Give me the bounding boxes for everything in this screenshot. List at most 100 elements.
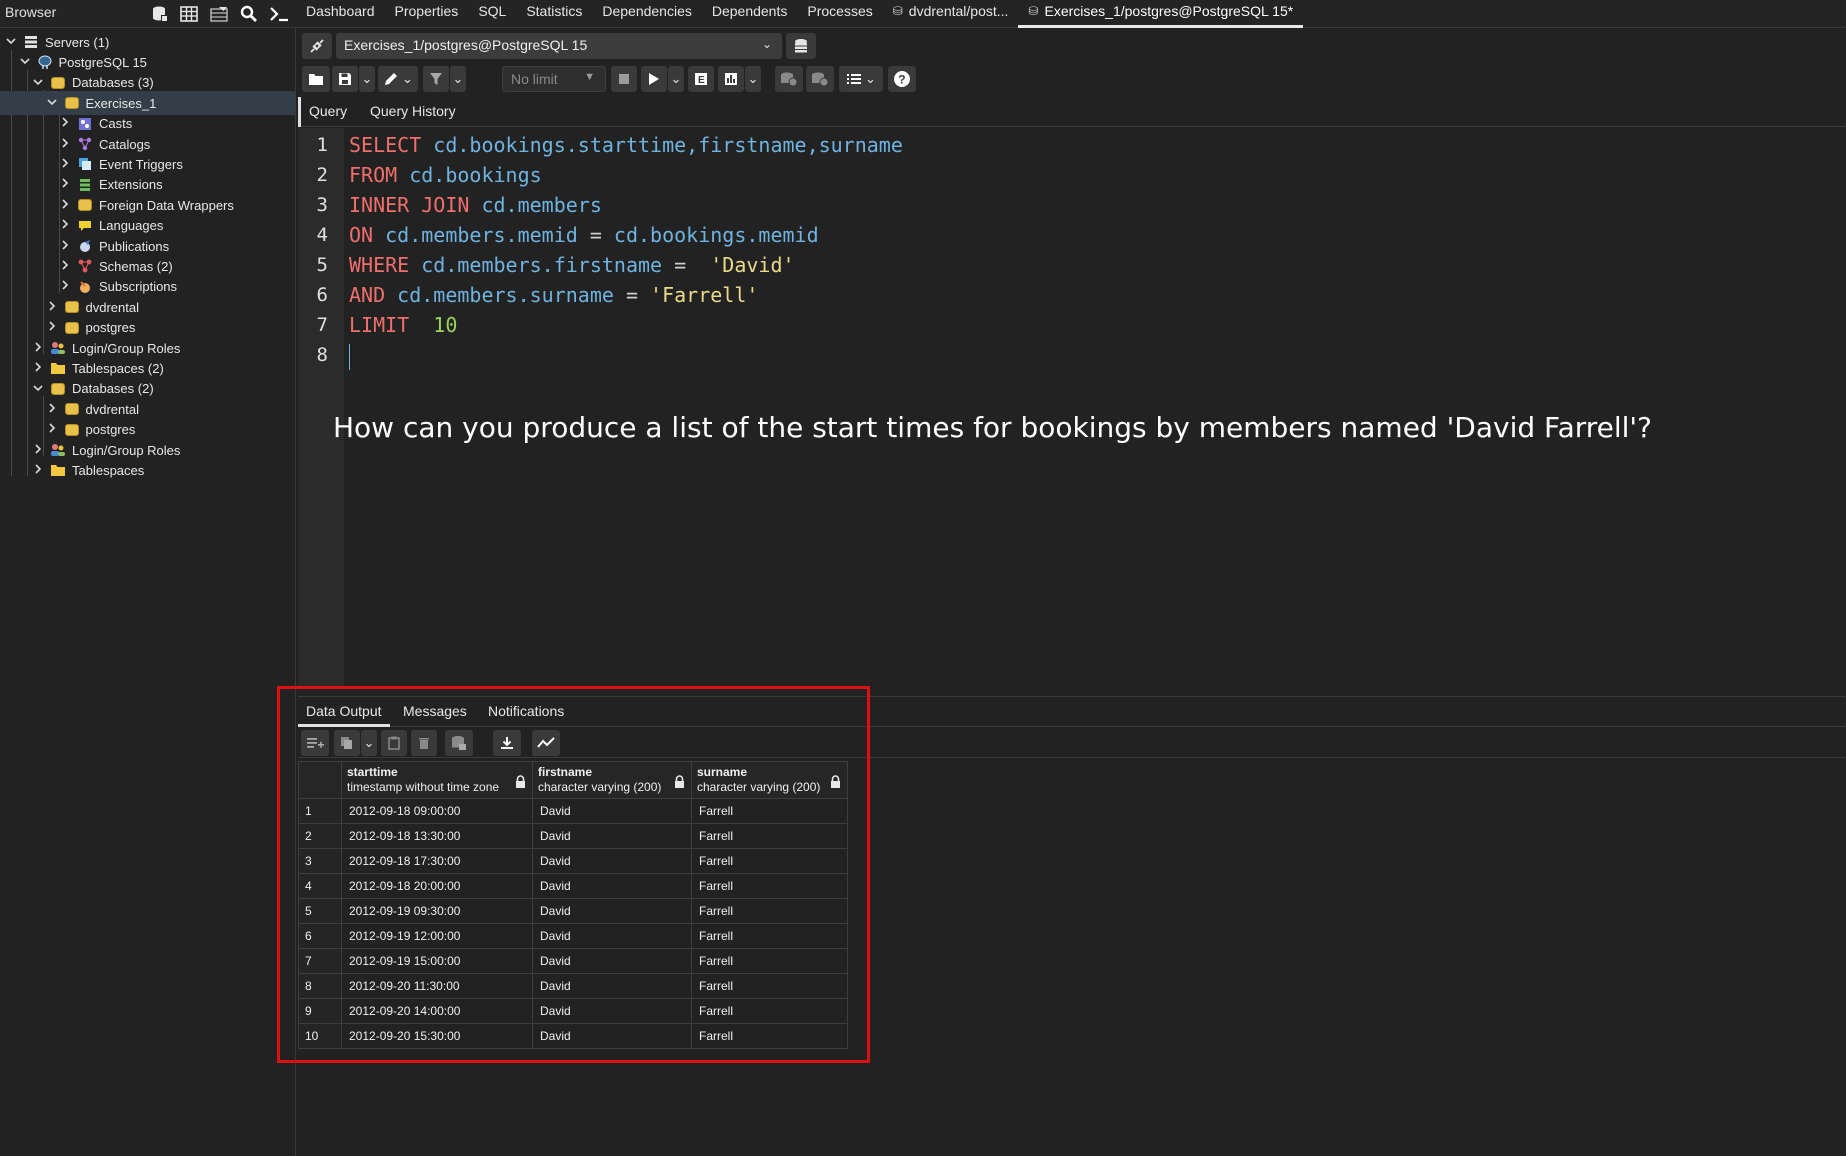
chevron-right-icon[interactable] [46,403,58,416]
connection-status-icon[interactable] [302,33,332,59]
chevron-right-icon[interactable] [46,423,58,436]
code-line: WHERE cd.members.firstname = 'David' [349,253,795,277]
save-button[interactable] [332,66,358,92]
chevron-right-icon[interactable] [59,199,71,212]
chevron-right-icon[interactable] [59,239,71,253]
open-file-button[interactable] [302,66,330,92]
tab-sql[interactable]: SQL [468,0,516,28]
row-limit-label: No limit [511,71,558,87]
chevron-right-icon[interactable] [46,301,58,314]
filter-rows-icon[interactable] [207,2,231,26]
rollback-button[interactable] [806,66,834,92]
tab-statistics[interactable]: Statistics [516,0,592,28]
search-icon[interactable] [237,2,261,26]
tree-item[interactable]: Tablespaces [0,458,295,482]
save-options-dropdown[interactable]: ⌄ [359,66,375,92]
code-token: INNER JOIN [349,193,470,217]
tree-item-label: PostgreSQL 15 [58,54,147,70]
query-toolbar: ⌄ ⌄ ⌄ No limit ▼ ⌄ E ⌄ ⌄ ? [298,64,1846,94]
code-token: cd.members [469,193,602,217]
tab-label: Exercises_1/postgres@PostgreSQL 15* [1044,3,1294,19]
chevron-down-icon: ⌄ [761,37,772,51]
explain-icon: E [695,73,707,86]
exercise-question: How can you produce a list of the start … [333,411,1652,444]
tab-query[interactable]: Query [298,97,355,127]
chevron-right-icon[interactable] [32,362,44,375]
tab-query-history[interactable]: Query History [362,97,464,127]
explain-button[interactable]: E [688,66,714,92]
event-triggers-icon [77,156,93,172]
edit-button[interactable]: ⌄ [378,66,418,92]
filter-button[interactable] [423,66,449,92]
execute-options-dropdown[interactable]: ⌄ [668,66,684,92]
chevron-right-icon[interactable] [59,178,71,191]
code-token: = [589,223,602,247]
folder-icon [309,74,323,85]
query-tool-icon: ⛁ [892,4,903,18]
chevron-right-icon[interactable] [59,117,71,130]
object-explorer-icon[interactable] [148,2,172,26]
chevron-right-icon[interactable] [32,443,44,457]
chevron-down-icon[interactable] [5,36,17,48]
tab-dvdrental-query[interactable]: ⛁ dvdrental/post... [883,0,1019,28]
tree-item-label: Tablespaces [72,462,145,478]
tree-item-label: Languages [99,218,164,234]
row-limit-select[interactable]: No limit ▼ [502,66,606,92]
tab-processes[interactable]: Processes [797,0,882,28]
chevron-right-icon[interactable] [32,464,44,477]
connection-select[interactable]: Exercises_1/postgres@PostgreSQL 15 ⌄ [336,33,782,59]
tab-dashboard[interactable]: Dashboard [296,0,385,28]
psql-terminal-icon[interactable] [267,2,291,26]
tab-dependents[interactable]: Dependents [702,0,798,28]
help-button[interactable]: ? [888,66,916,92]
code-line: LIMIT 10 [349,313,457,337]
stop-icon [619,74,629,84]
connection-label: Exercises_1/postgres@PostgreSQL 15 [344,37,588,53]
tree-item-label: Foreign Data Wrappers [99,197,234,213]
macros-button[interactable]: ⌄ [839,66,883,92]
chevron-down-icon[interactable] [46,97,58,109]
code-token: ON [349,223,374,247]
languages-icon [77,218,93,234]
database-icon [64,320,80,336]
chevron-right-icon[interactable] [32,341,44,355]
chevron-down-icon[interactable] [32,77,44,89]
explain-options-dropdown[interactable]: ⌄ [745,66,761,92]
chevron-right-icon[interactable] [59,280,71,293]
play-icon [649,73,659,85]
tab-label: Dashboard [306,3,375,19]
tablespaces-icon [50,360,66,376]
chevron-right-icon[interactable] [59,137,71,151]
table-view-icon[interactable] [177,2,201,26]
code-token: SELECT [349,133,422,157]
list-icon [847,74,862,84]
line-number: 8 [316,344,328,366]
code-token: cd.bookings.memid [601,223,819,247]
tab-exercises-query[interactable]: ⛁ Exercises_1/postgres@PostgreSQL 15* [1018,0,1304,28]
chevron-right-icon[interactable] [59,158,71,171]
svg-text:E: E [698,75,705,86]
tab-label: SQL [478,3,507,19]
tree-item-label: dvdrental [85,299,139,315]
tab-dependencies[interactable]: Dependencies [592,0,702,28]
chevron-right-icon[interactable] [59,260,71,273]
explain-analyze-button[interactable] [718,66,744,92]
pencil-icon [385,73,398,85]
line-number: 5 [316,254,328,276]
tree-item-label: postgres [85,422,136,438]
commit-button[interactable] [775,66,803,92]
tab-properties[interactable]: Properties [385,0,469,28]
top-bar: Browser Dashboard Properties SQL Statist… [0,0,1846,28]
stop-query-button[interactable] [611,66,637,92]
tab-label: Query History [370,103,456,119]
chevron-down-icon[interactable] [19,56,31,68]
chevron-right-icon[interactable] [46,321,58,334]
tab-label: Dependents [711,3,788,19]
filter-options-dropdown[interactable]: ⌄ [450,66,466,92]
new-connection-button[interactable] [786,33,816,59]
execute-button[interactable] [641,66,667,92]
chevron-right-icon[interactable] [59,219,71,232]
tab-label: Statistics [526,3,583,19]
svg-text:?: ? [898,73,905,87]
chevron-down-icon[interactable] [32,383,44,395]
